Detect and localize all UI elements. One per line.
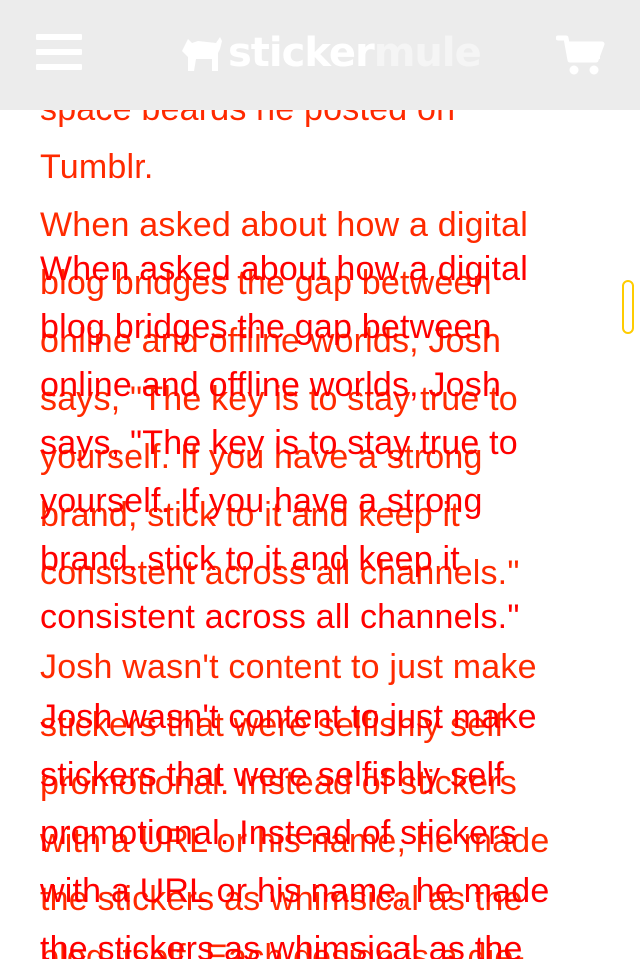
cart-glyph [555,35,605,75]
brand-wordmark: stickermule [228,30,482,76]
duplicate-paragraph-2: Josh wasn't content to just make sticker… [40,698,550,959]
article-viewport: space beards he posted on Tumblr. When a… [0,0,640,959]
duplicate-paragraph-1: When asked about how a digital blog brid… [40,250,528,636]
brand-logo[interactable]: stickermule [178,28,482,78]
hamburger-menu-icon[interactable] [36,32,82,72]
shopping-cart-icon[interactable] [555,34,606,78]
article-body-duplicate: When asked about how a digital blog brid… [40,240,600,959]
site-header: stickermule [0,0,640,110]
brand-word-sticker: sticker [228,30,375,76]
scroll-indicator[interactable] [622,280,634,334]
mule-logo-icon [182,37,222,71]
brand-word-mule: mule [373,30,482,76]
